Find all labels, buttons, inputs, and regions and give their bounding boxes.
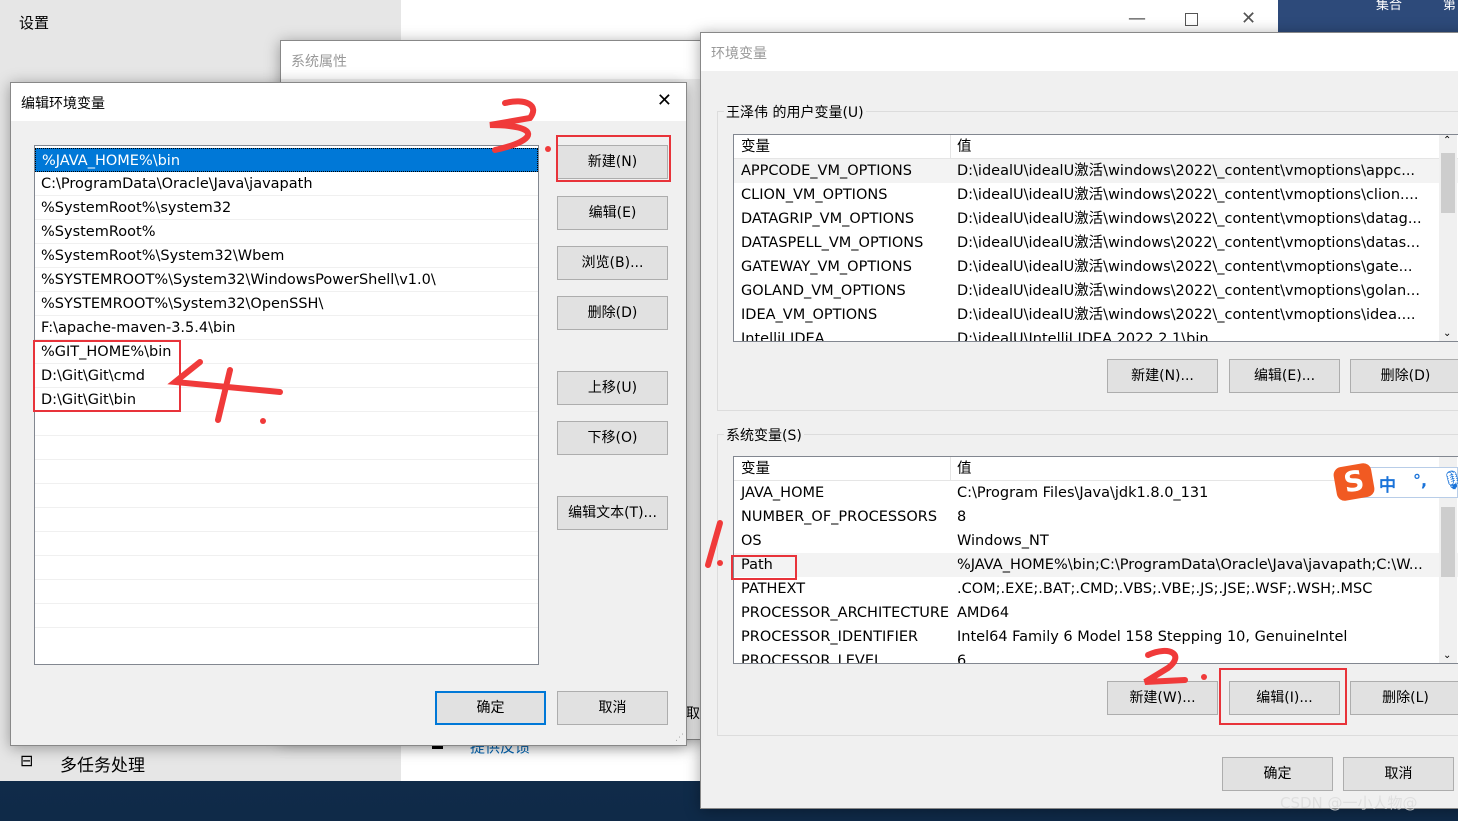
annotation-step-3 [489,98,537,153]
annotation-step-2 [1143,647,1188,685]
watermark: CSDN @一小人物@ [1280,794,1418,812]
handwritten-annotations [167,98,1207,685]
annotation-step-1 [705,520,723,568]
annotation-step-4 [167,359,283,423]
